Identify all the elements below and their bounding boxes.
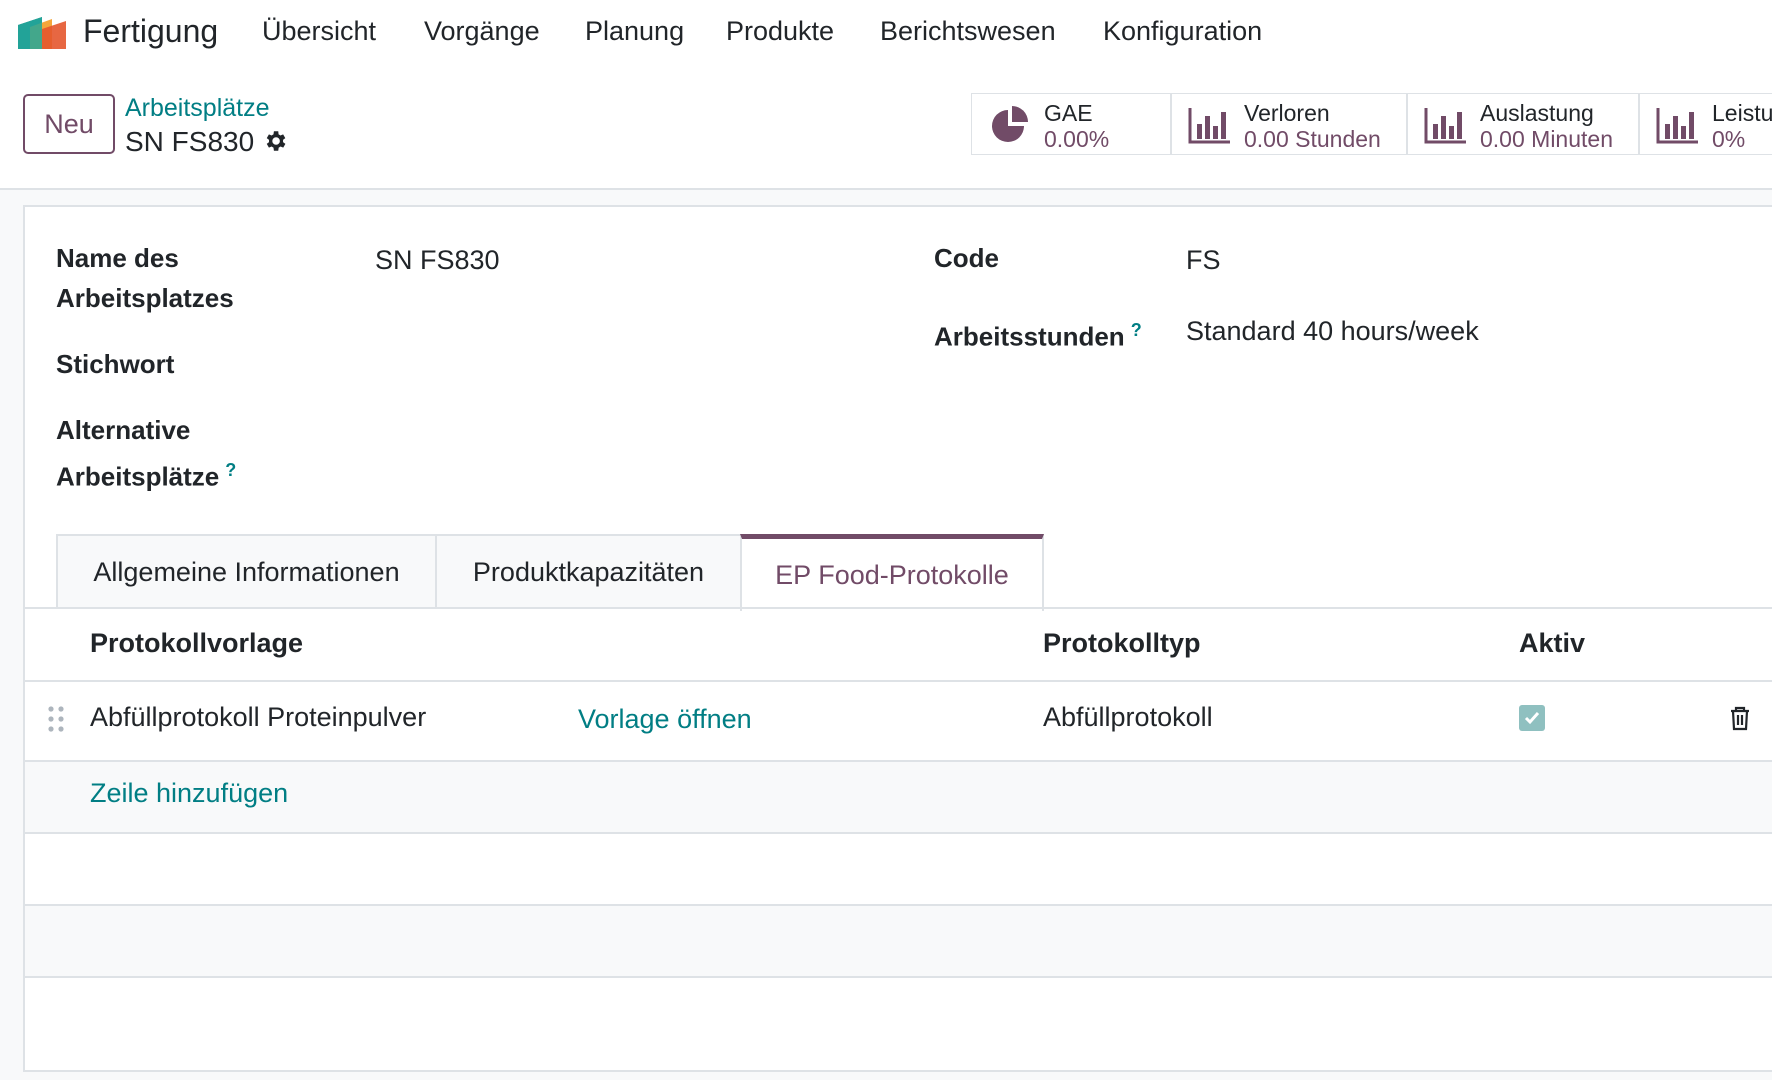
record-title: SN FS830: [125, 126, 255, 157]
new-button[interactable]: Neu: [23, 94, 115, 154]
bar-chart-icon: [1188, 108, 1230, 144]
tab-allgemeine-informationen[interactable]: Allgemeine Informationen: [56, 534, 437, 609]
row-divider: [23, 832, 1772, 834]
app-title[interactable]: Fertigung: [83, 13, 218, 50]
field-label-code: Code: [934, 243, 999, 273]
column-header-type[interactable]: Protokolltyp: [1043, 628, 1201, 659]
menu-berichtswesen[interactable]: Berichtswesen: [880, 16, 1056, 47]
label-text: Arbeitsstunden: [934, 321, 1125, 352]
manufacturing-app-icon[interactable]: [16, 15, 68, 51]
alternative-workcenters-field[interactable]: [375, 452, 895, 486]
stat-label: Leistung: [1712, 100, 1772, 126]
empty-row: [25, 906, 1772, 976]
trash-icon[interactable]: [1728, 704, 1752, 732]
breadcrumb-arbeitsplaetze[interactable]: Arbeitsplätze: [125, 94, 270, 123]
menu-vorgaenge[interactable]: Vorgänge: [424, 16, 540, 47]
active-checkbox[interactable]: [1519, 705, 1545, 731]
top-navbar: Fertigung Übersicht Vorgänge Planung Pro…: [0, 0, 1772, 66]
menu-konfiguration[interactable]: Konfiguration: [1103, 16, 1262, 47]
label-line: Arbeitsplätze: [56, 461, 220, 492]
column-header-active[interactable]: Aktiv: [1519, 628, 1585, 659]
stat-value: 0.00%: [1044, 126, 1110, 152]
bar-chart-icon: [1424, 108, 1466, 144]
label-line: Alternative: [56, 415, 191, 445]
label-line: Arbeitsplatzes: [56, 283, 234, 313]
bar-chart-icon: [1656, 108, 1698, 144]
checkmark-icon: [1524, 712, 1540, 725]
stat-label: Verloren: [1244, 100, 1330, 126]
name-field[interactable]: SN FS830: [375, 245, 500, 276]
field-label-name: Name des Arbeitsplatzes: [56, 238, 234, 318]
stat-button-leistung[interactable]: Leistung 0%: [1639, 93, 1772, 155]
help-icon[interactable]: ?: [225, 460, 236, 480]
tab-ep-food-protokolle[interactable]: EP Food-Protokolle: [740, 534, 1044, 611]
field-label-alternative: Alternative Arbeitsplätze?: [56, 410, 236, 497]
table-row-type[interactable]: Abfüllprotokoll: [1043, 702, 1213, 733]
code-field[interactable]: FS: [1186, 245, 1221, 276]
stat-value: 0%: [1712, 126, 1746, 152]
stat-value: 0.00 Stunden: [1244, 126, 1381, 152]
pie-chart-icon: [992, 106, 1028, 142]
row-divider: [23, 976, 1772, 978]
stat-button-auslastung[interactable]: Auslastung 0.00 Minuten: [1407, 93, 1639, 155]
open-template-button[interactable]: Vorlage öffnen: [578, 704, 752, 735]
stat-label: Auslastung: [1480, 100, 1594, 126]
working-hours-field[interactable]: Standard 40 hours/week: [1186, 316, 1479, 347]
menu-planung[interactable]: Planung: [585, 16, 684, 47]
column-header-template[interactable]: Protokollvorlage: [90, 628, 303, 659]
keyword-field[interactable]: [375, 350, 895, 384]
help-icon[interactable]: ?: [1131, 320, 1142, 340]
drag-handle-icon[interactable]: [47, 705, 65, 733]
add-line-button[interactable]: Zeile hinzufügen: [90, 778, 288, 809]
tab-divider: [23, 607, 1772, 609]
label-line: Name des: [56, 243, 179, 273]
stat-button-gae[interactable]: GAE 0.00%: [971, 93, 1171, 155]
stat-label: GAE: [1044, 100, 1093, 126]
menu-produkte[interactable]: Produkte: [726, 16, 834, 47]
stat-value: 0.00 Minuten: [1480, 126, 1613, 152]
field-label-hours: Arbeitsstunden?: [934, 310, 1142, 357]
gear-icon[interactable]: [262, 128, 288, 154]
header-divider: [23, 680, 1772, 682]
tab-produktkapazitaeten[interactable]: Produktkapazitäten: [435, 534, 742, 609]
table-row-template[interactable]: Abfüllprotokoll Proteinpulver: [90, 702, 426, 733]
field-label-keyword: Stichwort: [56, 349, 175, 379]
stat-button-verloren[interactable]: Verloren 0.00 Stunden: [1171, 93, 1407, 155]
menu-uebersicht[interactable]: Übersicht: [262, 16, 376, 47]
